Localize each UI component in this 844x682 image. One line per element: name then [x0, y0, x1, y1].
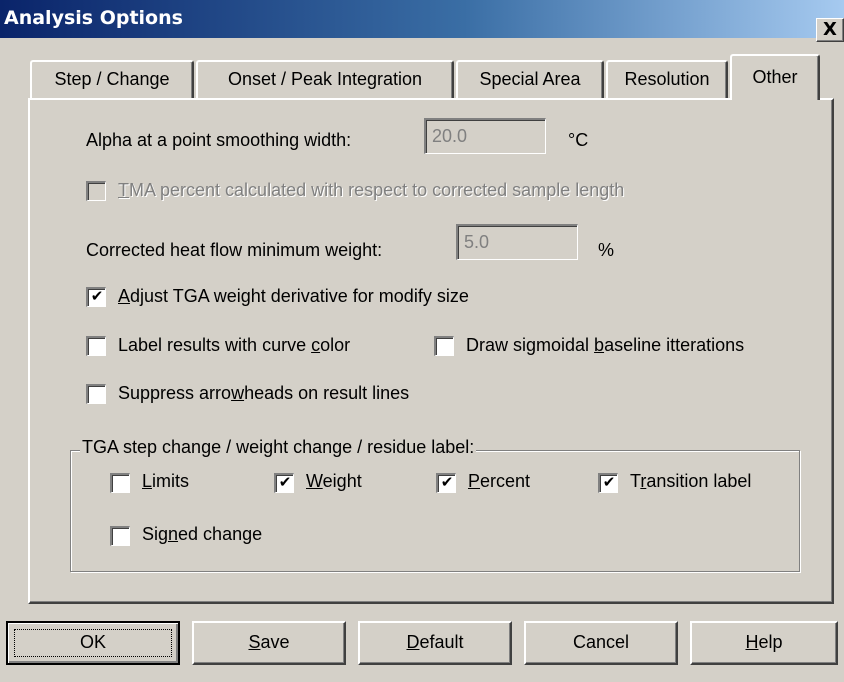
save-button-label: ave	[260, 632, 290, 652]
default-button[interactable]: Default	[358, 621, 512, 665]
tab-label: Special Area	[479, 69, 581, 89]
checkmark-icon: ✔	[278, 473, 292, 491]
adjust-tga-checkbox[interactable]: ✔	[86, 287, 106, 307]
window-title: Analysis Options	[4, 7, 183, 29]
signed-change-label: Signed change	[142, 524, 262, 545]
signed-change-key: n	[168, 524, 179, 544]
suppress-arrowheads-checkbox[interactable]	[86, 384, 106, 404]
alpha-unit-label: °C	[568, 130, 589, 150]
tab-label: Step / Change	[54, 69, 170, 89]
tma-percent-checkbox[interactable]	[86, 181, 106, 201]
tab-onset-peak-integration[interactable]: Onset / Peak Integration	[196, 60, 454, 98]
tab-special-area[interactable]: Special Area	[456, 60, 604, 98]
heatflow-unit-label: %	[598, 240, 615, 260]
limits-key: L	[142, 471, 153, 491]
tga-label-group-title: TGA step change / weight change / residu…	[80, 437, 477, 458]
checkmark-icon: ✔	[90, 287, 104, 305]
close-button[interactable]: X	[816, 18, 844, 42]
default-button-key: D	[406, 632, 420, 652]
weight-text: eight	[322, 471, 362, 491]
alpha-smoothing-value: 20.0	[432, 126, 468, 146]
percent-label: Percent	[468, 471, 530, 492]
tab-label: Onset / Peak Integration	[227, 69, 423, 89]
default-button-label: efault	[419, 632, 464, 652]
focus-rect	[14, 629, 172, 657]
alpha-smoothing-field[interactable]: 20.0	[424, 118, 546, 154]
label-curve-color-text-post: olor	[320, 335, 351, 355]
adjust-tga-label: Adjust TGA weight derivative for modify …	[118, 286, 469, 307]
transition-label-text-post: ansition label	[646, 471, 752, 491]
suppress-arrowheads-key: w	[231, 383, 245, 403]
tab-label: Other	[752, 67, 798, 87]
tab-label: Resolution	[624, 69, 710, 89]
heatflow-min-weight-value: 5.0	[464, 232, 490, 252]
weight-key: W	[306, 471, 323, 491]
percent-key: P	[468, 471, 481, 491]
suppress-arrowheads-label: Suppress arrowheads on result lines	[118, 383, 409, 404]
cancel-button-label: Cancel	[572, 632, 630, 652]
tma-percent-label: TMA percent calculated with respect to c…	[118, 180, 624, 201]
draw-sigmoidal-text-pre: Draw sigmoidal	[466, 335, 595, 355]
help-button[interactable]: Help	[690, 621, 838, 665]
checkmark-icon: ✔	[602, 473, 616, 491]
label-curve-color-checkbox[interactable]	[86, 336, 106, 356]
signed-change-text-post: ed change	[178, 524, 263, 544]
limits-label: Limits	[142, 471, 189, 492]
draw-sigmoidal-text-post: aseline itterations	[604, 335, 745, 355]
help-button-key: H	[745, 632, 759, 652]
alpha-smoothing-label: Alpha at a point smoothing width:	[86, 130, 352, 150]
signed-change-text-pre: Sig	[142, 524, 169, 544]
label-curve-color-text-pre: Label results with curve	[118, 335, 312, 355]
checkmark-icon: ✔	[440, 473, 454, 491]
weight-label: Weight	[306, 471, 362, 492]
draw-sigmoidal-key: b	[594, 335, 605, 355]
tga-label-groupbox	[70, 450, 800, 572]
adjust-tga-key: A	[118, 286, 131, 306]
suppress-arrowheads-text-pre: Suppress arro	[118, 383, 232, 403]
save-button-key: S	[248, 632, 261, 652]
label-curve-color-key: c	[311, 335, 321, 355]
signed-change-checkbox[interactable]	[110, 526, 130, 546]
transition-label-checkbox[interactable]: ✔	[598, 473, 618, 493]
heatflow-min-weight-field[interactable]: 5.0	[456, 224, 578, 260]
transition-label-label: Transition label	[630, 471, 751, 492]
close-icon: X	[823, 19, 837, 40]
suppress-arrowheads-text-post: heads on result lines	[244, 383, 410, 403]
save-button[interactable]: Save	[192, 621, 346, 665]
weight-checkbox[interactable]: ✔	[274, 473, 294, 493]
transition-label-text-pre: T	[630, 471, 641, 491]
tma-percent-text: MA percent calculated with respect to co…	[129, 180, 625, 200]
ok-button[interactable]: OK	[6, 621, 180, 665]
tab-step-change[interactable]: Step / Change	[30, 60, 194, 98]
percent-text: ercent	[480, 471, 531, 491]
draw-sigmoidal-label: Draw sigmoidal baseline itterations	[466, 335, 744, 356]
limits-checkbox[interactable]	[110, 473, 130, 493]
cancel-button[interactable]: Cancel	[524, 621, 678, 665]
limits-text: imits	[152, 471, 190, 491]
draw-sigmoidal-checkbox[interactable]	[434, 336, 454, 356]
tab-other[interactable]: Other	[730, 54, 820, 100]
adjust-tga-text: djust TGA weight derivative for modify s…	[130, 286, 469, 306]
tab-resolution[interactable]: Resolution	[606, 60, 728, 98]
heatflow-min-weight-label: Corrected heat flow minimum weight:	[86, 240, 383, 260]
title-bar: Analysis Options	[0, 0, 844, 38]
label-curve-color-label: Label results with curve color	[118, 335, 350, 356]
tma-percent-key: T	[118, 180, 129, 200]
percent-checkbox[interactable]: ✔	[436, 473, 456, 493]
help-button-label: elp	[758, 632, 783, 652]
